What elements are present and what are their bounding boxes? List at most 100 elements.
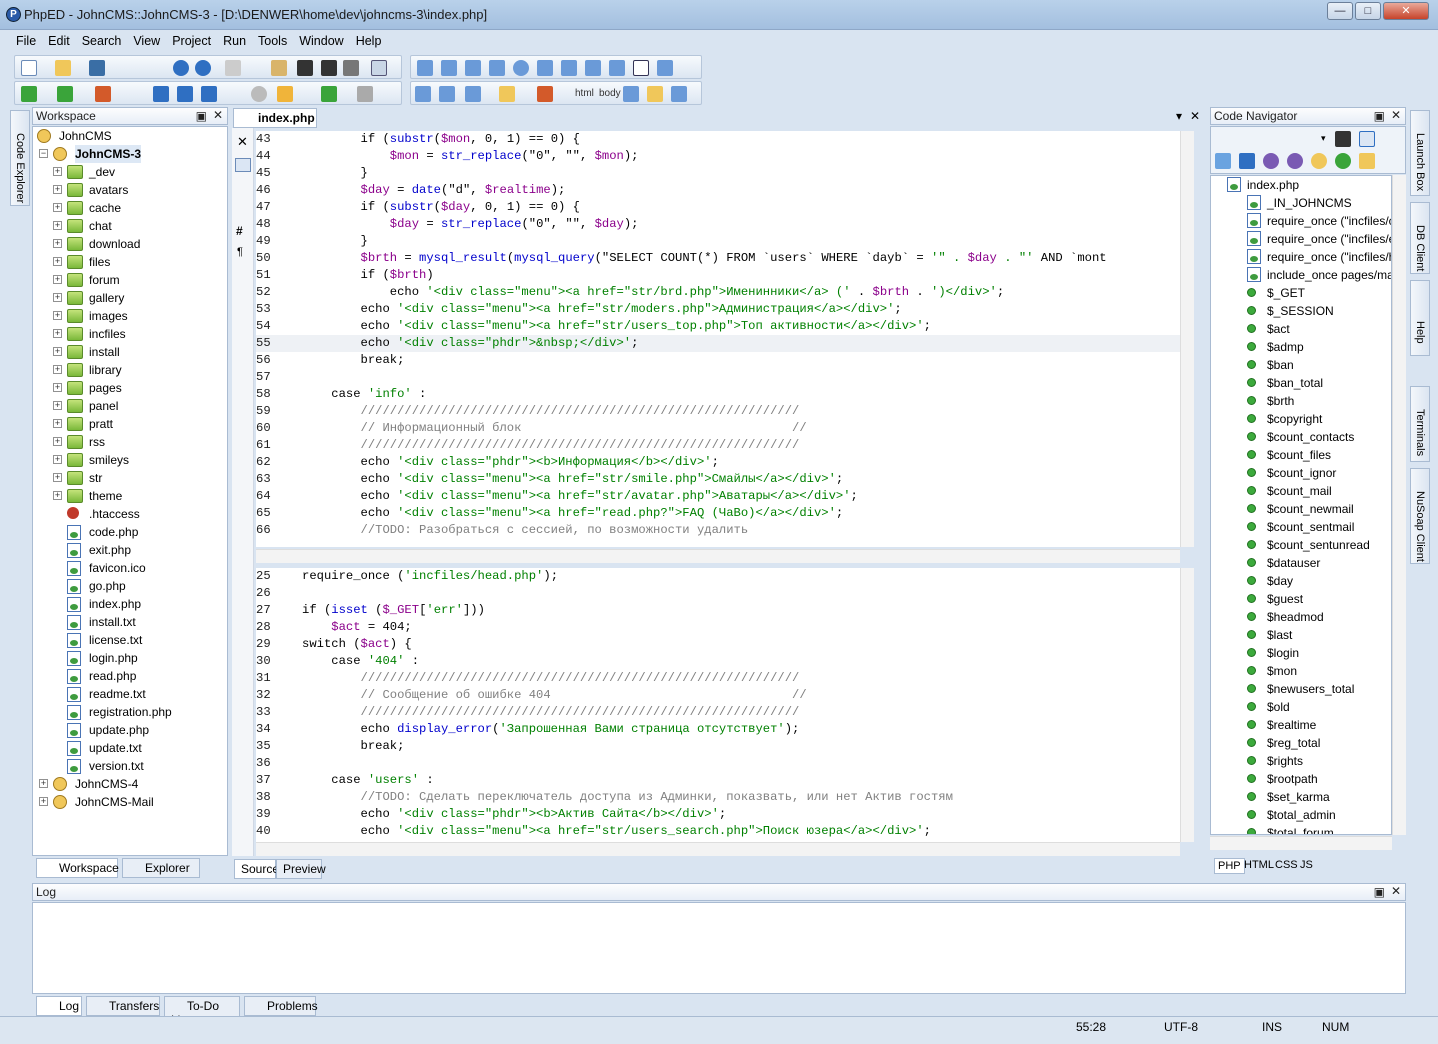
- tree-item[interactable]: code.php: [33, 523, 227, 541]
- nav-close-icon[interactable]: ✕: [1391, 108, 1401, 122]
- navigator-item[interactable]: $act: [1211, 320, 1391, 338]
- nav-sort-icon[interactable]: [1215, 153, 1231, 169]
- tab-js[interactable]: JS: [1300, 859, 1313, 871]
- tree-item[interactable]: + incfiles: [33, 325, 227, 343]
- link-icon[interactable]: [671, 86, 687, 102]
- navigator-item[interactable]: require_once ("incfiles/co: [1211, 212, 1391, 230]
- maximize-button[interactable]: □: [1355, 2, 1381, 20]
- profiler-icon[interactable]: [95, 86, 111, 102]
- tree-item[interactable]: exit.php: [33, 541, 227, 559]
- workspace-close-icon[interactable]: ✕: [213, 108, 223, 122]
- radio-icon[interactable]: [513, 60, 529, 76]
- find-next-icon[interactable]: [321, 60, 337, 76]
- minimize-button[interactable]: —: [1327, 2, 1353, 20]
- tree-item[interactable]: + images: [33, 307, 227, 325]
- tree-item[interactable]: registration.php: [33, 703, 227, 721]
- replace-icon[interactable]: [343, 60, 359, 76]
- expand-icon[interactable]: +: [53, 401, 62, 410]
- navigator-item[interactable]: $count_ignor: [1211, 464, 1391, 482]
- tree-item[interactable]: .htaccess: [33, 505, 227, 523]
- navigator-item[interactable]: $_SESSION: [1211, 302, 1391, 320]
- nav-link-icon[interactable]: [1239, 153, 1255, 169]
- navigator-vertical-scrollbar[interactable]: [1392, 175, 1406, 835]
- tree-item[interactable]: + JohnCMS-Mail: [33, 793, 227, 811]
- tab-preview[interactable]: Preview: [276, 859, 326, 879]
- navigator-item[interactable]: $mon: [1211, 662, 1391, 680]
- color-icon[interactable]: [537, 86, 553, 102]
- expand-icon[interactable]: +: [53, 203, 62, 212]
- tab-problems[interactable]: Problems: [244, 996, 318, 1016]
- hand-icon[interactable]: [277, 86, 293, 102]
- step-into-icon[interactable]: [153, 86, 169, 102]
- top-vertical-scrollbar[interactable]: [1180, 131, 1194, 547]
- image-icon[interactable]: [647, 86, 663, 102]
- button-icon[interactable]: [633, 60, 649, 76]
- nav-folder-icon[interactable]: [1359, 153, 1375, 169]
- menu-tools[interactable]: Tools: [252, 32, 293, 50]
- tab-list-icon[interactable]: ▾: [1176, 109, 1182, 123]
- tree-item[interactable]: + smileys: [33, 451, 227, 469]
- tree-item[interactable]: − JohnCMS-3: [33, 145, 227, 163]
- navigator-item[interactable]: $set_karma: [1211, 788, 1391, 806]
- expand-icon[interactable]: +: [53, 275, 62, 284]
- navigator-item[interactable]: $headmod: [1211, 608, 1391, 626]
- tree-item[interactable]: + avatars: [33, 181, 227, 199]
- menu-file[interactable]: File: [10, 32, 42, 50]
- tree-item[interactable]: + chat: [33, 217, 227, 235]
- tree-item[interactable]: + forum: [33, 271, 227, 289]
- menu-project[interactable]: Project: [166, 32, 217, 50]
- tree-item[interactable]: JohnCMS: [33, 127, 227, 145]
- navigator-horizontal-scrollbar[interactable]: [1210, 836, 1392, 850]
- nav-dollar-icon[interactable]: [1263, 153, 1279, 169]
- pilcrow-icon[interactable]: ¶: [237, 246, 243, 258]
- code-explorer-side-tab[interactable]: Code Explorer: [10, 110, 30, 206]
- step-out-icon[interactable]: [201, 86, 217, 102]
- tree-item[interactable]: + library: [33, 361, 227, 379]
- expand-icon[interactable]: +: [53, 437, 62, 446]
- navigator-item[interactable]: include_once pages/main: [1211, 266, 1391, 284]
- navigator-item[interactable]: $guest: [1211, 590, 1391, 608]
- body-tag-label-icon[interactable]: body: [599, 88, 621, 104]
- tree-item[interactable]: license.txt: [33, 631, 227, 649]
- launch-box-tab[interactable]: Launch Box: [1410, 110, 1430, 196]
- tab-source[interactable]: Source: [234, 859, 279, 879]
- menu-help[interactable]: Help: [350, 32, 388, 50]
- navigator-item[interactable]: $day: [1211, 572, 1391, 590]
- textarea-icon[interactable]: [609, 60, 625, 76]
- expand-icon[interactable]: +: [53, 347, 62, 356]
- tree-item[interactable]: + install: [33, 343, 227, 361]
- menu-edit[interactable]: Edit: [42, 32, 76, 50]
- expand-icon[interactable]: +: [53, 239, 62, 248]
- expand-icon[interactable]: +: [53, 329, 62, 338]
- tree-item[interactable]: + download: [33, 235, 227, 253]
- help-tab[interactable]: Help: [1410, 280, 1430, 356]
- expand-icon[interactable]: +: [53, 293, 62, 302]
- navigator-item[interactable]: $admp: [1211, 338, 1391, 356]
- tree-item[interactable]: go.php: [33, 577, 227, 595]
- expand-icon[interactable]: +: [53, 365, 62, 374]
- nav-find-icon[interactable]: [1335, 131, 1351, 147]
- editor-close-icon[interactable]: ✕: [1190, 109, 1200, 123]
- tree-item[interactable]: readme.txt: [33, 685, 227, 703]
- navigator-item[interactable]: $count_mail: [1211, 482, 1391, 500]
- debug-run-icon[interactable]: [57, 86, 73, 102]
- navigator-item[interactable]: $brth: [1211, 392, 1391, 410]
- save-icon[interactable]: [89, 60, 105, 76]
- tab-transfers[interactable]: Transfers: [86, 996, 160, 1016]
- navigator-item[interactable]: require_once ("incfiles/en: [1211, 230, 1391, 248]
- navigator-item[interactable]: $copyright: [1211, 410, 1391, 428]
- navigator-item[interactable]: $_GET: [1211, 284, 1391, 302]
- navigator-item[interactable]: $total_forum: [1211, 824, 1391, 834]
- paste-icon[interactable]: [271, 60, 287, 76]
- tab-workspace[interactable]: Workspace: [36, 858, 119, 878]
- copy-icon[interactable]: [623, 86, 639, 102]
- navigator-item[interactable]: $ban: [1211, 356, 1391, 374]
- navigator-item[interactable]: $realtime: [1211, 716, 1391, 734]
- expand-icon[interactable]: +: [39, 797, 48, 806]
- split-icon[interactable]: [235, 158, 251, 172]
- code-pane-bottom[interactable]: 25 require_once ('incfiles/head.php'); 26 2…: [256, 568, 1180, 842]
- expand-icon[interactable]: +: [39, 779, 48, 788]
- forward-icon[interactable]: [357, 86, 373, 102]
- navigator-item[interactable]: require_once ("incfiles/he: [1211, 248, 1391, 266]
- tree-item[interactable]: + _dev: [33, 163, 227, 181]
